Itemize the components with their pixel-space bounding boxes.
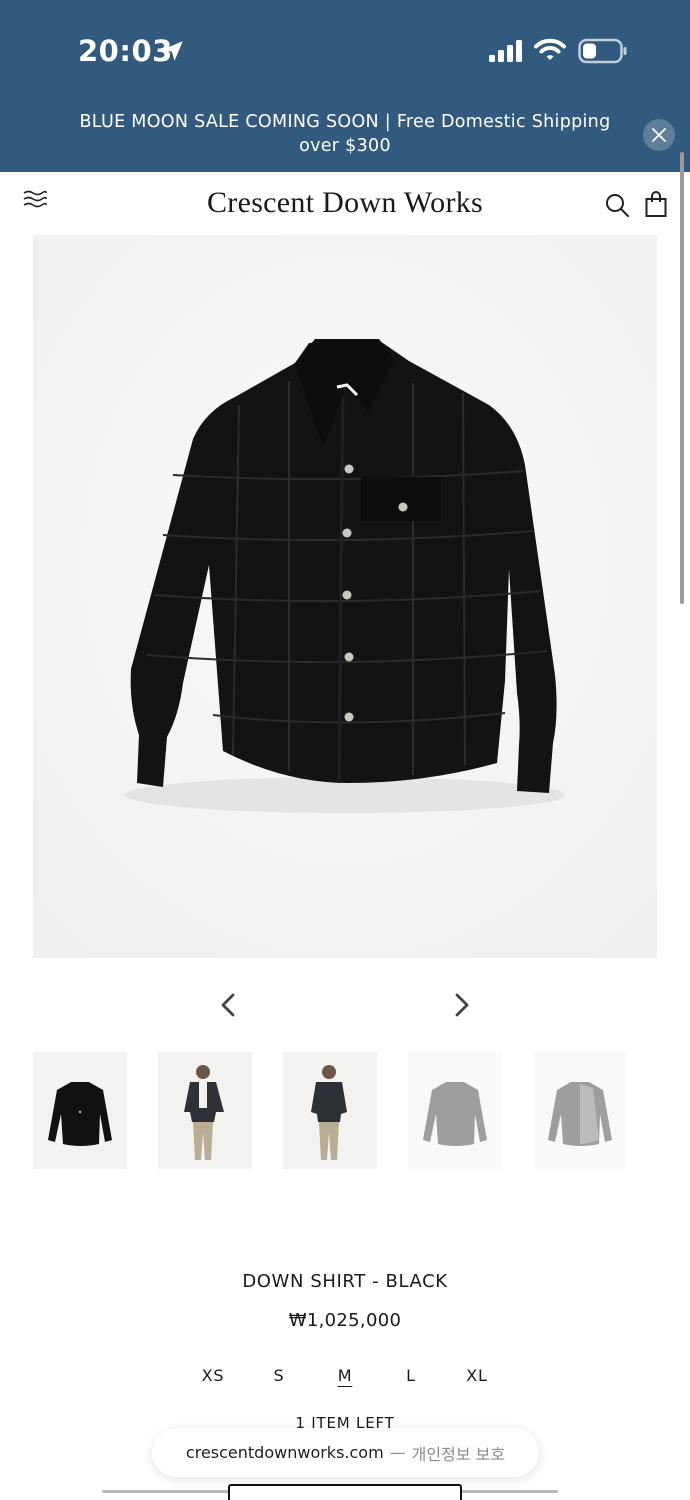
site-header: Crescent Down Works bbox=[0, 172, 690, 234]
wifi-icon bbox=[534, 38, 566, 60]
chevron-left-icon bbox=[221, 993, 235, 1017]
location-arrow-icon bbox=[163, 41, 183, 61]
product-title: DOWN SHIRT - BLACK bbox=[242, 1271, 448, 1292]
product-price: ₩1,025,000 bbox=[288, 1310, 402, 1331]
carousel-next-button[interactable] bbox=[446, 990, 476, 1020]
browser-address-bar[interactable]: crescentdownworks.com — 개인정보 보호 bbox=[152, 1428, 539, 1477]
size-option-xl[interactable]: XL bbox=[444, 1366, 510, 1390]
browser-privacy-note: 개인정보 보호 bbox=[411, 1444, 506, 1464]
size-option-l[interactable]: L bbox=[378, 1366, 444, 1390]
bottom-toolbar-tab[interactable] bbox=[228, 1484, 462, 1500]
close-icon bbox=[652, 128, 666, 142]
thumbnail-4[interactable] bbox=[408, 1052, 502, 1169]
product-main-image[interactable] bbox=[33, 235, 657, 958]
size-selector: XS S M L XL bbox=[180, 1366, 510, 1390]
battery-icon bbox=[578, 38, 627, 64]
thumbnail-2[interactable] bbox=[158, 1052, 252, 1169]
size-option-xs[interactable]: XS bbox=[180, 1366, 246, 1390]
site-logo[interactable]: Crescent Down Works bbox=[0, 186, 690, 220]
page-scrollbar[interactable] bbox=[680, 152, 684, 604]
thumbnail-3[interactable] bbox=[283, 1052, 377, 1169]
thumbnail-1[interactable] bbox=[33, 1052, 127, 1169]
chevron-right-icon bbox=[455, 993, 469, 1017]
thumbnail-5[interactable] bbox=[533, 1052, 627, 1169]
announcement-close-button[interactable] bbox=[643, 119, 675, 151]
top-band: 20:03 BLUE MOON SALE COMING SOON | Free … bbox=[0, 0, 690, 172]
size-option-s[interactable]: S bbox=[246, 1366, 312, 1390]
status-time: 20:03 bbox=[78, 34, 173, 68]
cellular-signal-icon bbox=[489, 40, 522, 62]
browser-separator: — bbox=[389, 1443, 406, 1462]
announcement-text: BLUE MOON SALE COMING SOON | Free Domest… bbox=[79, 112, 611, 156]
browser-domain: crescentdownworks.com bbox=[185, 1443, 384, 1462]
carousel-prev-button[interactable] bbox=[214, 990, 244, 1020]
search-icon[interactable] bbox=[604, 192, 630, 218]
size-option-m[interactable]: M bbox=[312, 1366, 378, 1390]
bag-icon[interactable] bbox=[644, 190, 668, 218]
